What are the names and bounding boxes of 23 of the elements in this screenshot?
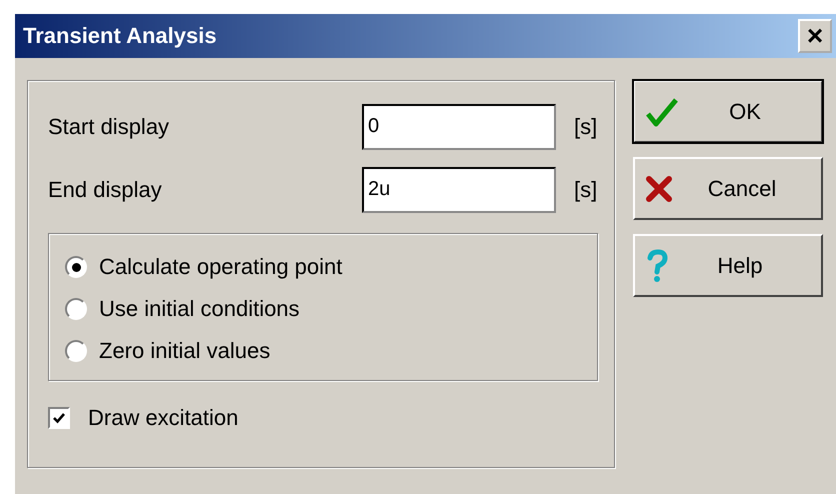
input-field[interactable]: 0	[362, 104, 556, 150]
field-label: Start display	[48, 114, 170, 140]
input-field[interactable]: 2u	[362, 166, 556, 212]
close-button[interactable]: ×	[798, 19, 832, 53]
radio-label: Calculate operating point	[99, 254, 342, 280]
checkmark-icon	[645, 96, 679, 128]
check-icon	[52, 411, 66, 425]
radio-label: Zero initial values	[99, 338, 270, 364]
radio-button[interactable]	[65, 298, 87, 320]
checkbox-label: Draw excitation	[88, 405, 238, 431]
window-title: Transient Analysis	[23, 23, 217, 49]
question-mark-icon	[645, 248, 669, 282]
checkbox[interactable]	[48, 407, 70, 429]
radio-button[interactable]	[65, 340, 87, 362]
radio-label: Use initial conditions	[99, 296, 300, 322]
radio-button[interactable]	[65, 256, 87, 278]
field-label: End display	[48, 176, 163, 202]
ok-button[interactable]: OK	[633, 80, 823, 143]
unit-label: [s]	[574, 176, 598, 202]
cross-icon	[645, 174, 673, 202]
cancel-button[interactable]: Cancel	[633, 157, 823, 220]
unit-label: [s]	[574, 114, 598, 140]
help-button[interactable]: Help	[633, 234, 823, 297]
